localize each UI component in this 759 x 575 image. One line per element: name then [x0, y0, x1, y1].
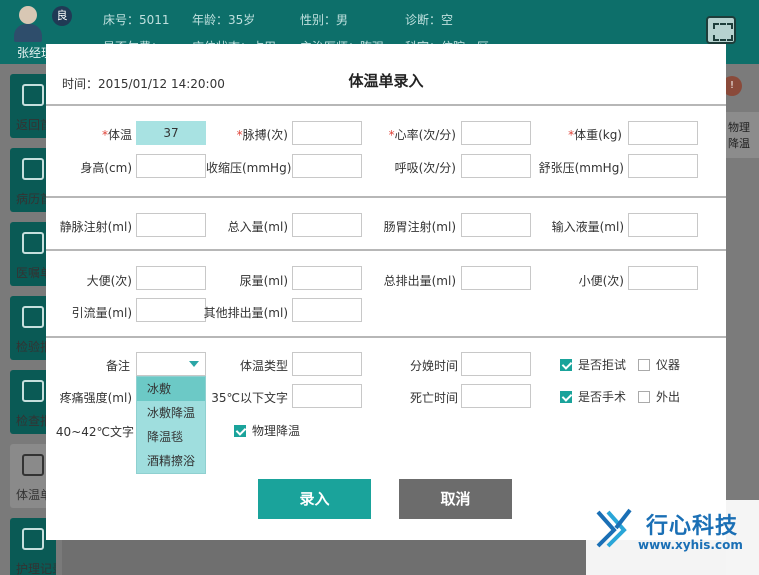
height-input[interactable]: [136, 154, 206, 178]
doctor-order-icon: [22, 232, 44, 254]
divider: [46, 336, 726, 338]
checkbox-unchecked-icon[interactable]: [638, 358, 650, 371]
checkbox-checked-icon[interactable]: [234, 424, 246, 437]
iv-injection-input[interactable]: [136, 213, 206, 237]
pulse-label: *脉搏(次): [236, 128, 288, 142]
divider: [46, 249, 726, 251]
watermark-name: 行心科技: [646, 514, 739, 539]
company-logo-icon: [596, 508, 632, 548]
diastolic-input[interactable]: [628, 154, 698, 178]
watermark-logo: 行心科技 www.xyhis.com: [586, 500, 759, 575]
divider: [46, 104, 726, 106]
death-time-label: 死亡时间: [409, 391, 458, 405]
urine-volume-label: 尿量(ml): [239, 274, 288, 288]
surgery-checkbox[interactable]: 是否手术: [560, 388, 626, 405]
total-intake-input[interactable]: [292, 213, 362, 237]
qr-scan-icon[interactable]: [706, 16, 736, 44]
remark-option-cooling-blanket[interactable]: 降温毯: [137, 425, 205, 449]
temperature-type-label: 体温类型: [239, 359, 288, 373]
temperature-type-input[interactable]: [292, 352, 362, 376]
pain-intensity-label: 疼痛强度(ml): [59, 391, 132, 405]
heart-rate-input[interactable]: [461, 121, 531, 145]
exam-icon: [22, 380, 44, 402]
iv-injection-label: 静脉注射(ml): [59, 220, 132, 234]
remark-dropdown: 冰敷 冰敷降温 降温毯 酒精擦浴: [136, 376, 206, 474]
infusion-volume-label: 输入液量(ml): [551, 220, 624, 234]
divider: [46, 196, 726, 198]
heart-rate-label: *心率(次/分): [388, 128, 456, 142]
nursing-record-icon: [22, 528, 44, 550]
below-35-text-input[interactable]: [292, 384, 362, 408]
submit-button[interactable]: 录入: [258, 479, 371, 519]
checkbox-unchecked-icon[interactable]: [638, 390, 650, 403]
total-output-input[interactable]: [461, 266, 531, 290]
bed-number: 床号：5011: [103, 13, 170, 27]
urination-label: 小便(次): [578, 274, 624, 288]
avatar: [10, 4, 46, 44]
systolic-input[interactable]: [292, 154, 362, 178]
enteral-injection-label: 肠胃注射(ml): [383, 220, 456, 234]
height-label: 身高(cm): [80, 161, 132, 175]
remark-option-alcohol-rub[interactable]: 酒精擦浴: [137, 449, 205, 473]
below-35-text-label: 35℃以下文字: [211, 391, 288, 405]
chevron-down-icon[interactable]: [189, 361, 199, 367]
record-icon: [22, 158, 44, 180]
respiration-input[interactable]: [461, 154, 531, 178]
cancel-button[interactable]: 取消: [399, 479, 512, 519]
pulse-input[interactable]: [292, 121, 362, 145]
patient-gender: 性别：男: [300, 13, 349, 27]
enteral-injection-input[interactable]: [461, 213, 531, 237]
death-time-input[interactable]: [461, 384, 531, 408]
temperature-entry-dialog: 时间：2015/01/12 14:20:00 体温单录入 *体温 *脉搏(次) …: [46, 44, 726, 540]
total-output-label: 总排出量(ml): [383, 274, 456, 288]
remark-option-ice-pack[interactable]: 冰敷: [137, 377, 205, 401]
delivery-time-label: 分娩时间: [409, 359, 458, 373]
text-40-42-label: 40~42℃文字: [55, 425, 134, 439]
checkbox-checked-icon[interactable]: [560, 390, 572, 403]
temperature-icon: [22, 454, 44, 476]
total-intake-label: 总入量(ml): [227, 220, 288, 234]
test-tube-icon: [22, 306, 44, 328]
temperature-input[interactable]: [136, 121, 206, 145]
refuse-test-checkbox[interactable]: 是否拒试: [560, 356, 626, 373]
drainage-label: 引流量(ml): [71, 306, 132, 320]
weight-label: *体重(kg): [568, 128, 622, 142]
physical-cooling-checkbox[interactable]: 物理降温: [234, 422, 300, 439]
delivery-time-input[interactable]: [461, 352, 531, 376]
respiration-label: 呼吸(次/分): [394, 161, 456, 175]
grade-badge: 良: [52, 6, 72, 26]
stool-label: 大便(次): [86, 274, 132, 288]
patient-age: 年龄：35岁: [192, 13, 256, 27]
other-output-input[interactable]: [292, 298, 362, 322]
diagnosis: 诊断：空: [405, 13, 454, 27]
instrument-checkbox[interactable]: 仪器: [638, 356, 680, 373]
dialog-title: 体温单录入: [348, 72, 424, 90]
systolic-label: 收缩压(mmHg): [206, 161, 292, 175]
out-checkbox[interactable]: 外出: [638, 388, 680, 405]
remark-select[interactable]: [136, 352, 206, 376]
home-icon: [22, 84, 44, 106]
diastolic-label: 舒张压(mmHg): [538, 161, 624, 175]
stool-input[interactable]: [136, 266, 206, 290]
watermark-url: www.xyhis.com: [638, 538, 743, 552]
other-output-label: 其他排出量(ml): [203, 306, 288, 320]
remark-option-ice-cooling[interactable]: 冰敷降温: [137, 401, 205, 425]
remark-label: 备注: [105, 359, 130, 373]
checkbox-checked-icon[interactable]: [560, 358, 572, 371]
column-header-physical-cooling: 物理降温: [726, 112, 759, 158]
weight-input[interactable]: [628, 121, 698, 145]
urination-input[interactable]: [628, 266, 698, 290]
urine-volume-input[interactable]: [292, 266, 362, 290]
infusion-volume-input[interactable]: [628, 213, 698, 237]
temperature-label: *体温: [101, 128, 132, 142]
